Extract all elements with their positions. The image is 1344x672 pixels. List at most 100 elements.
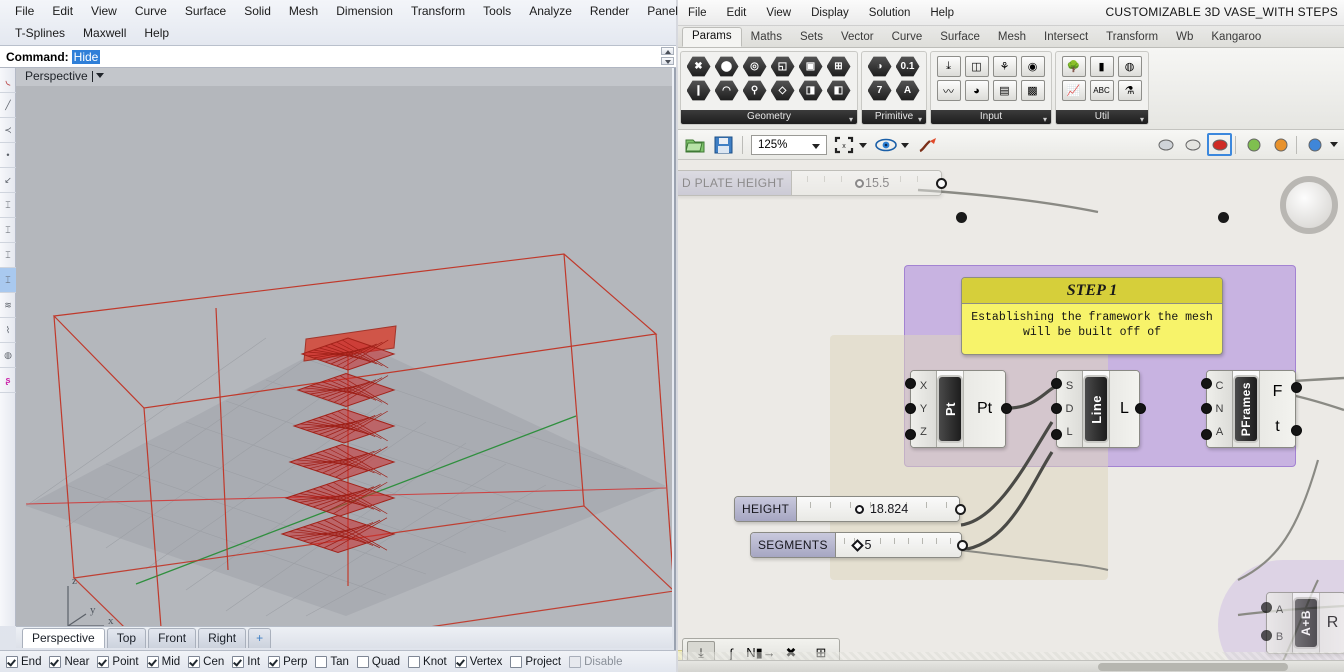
ribbon-group-expand-icon[interactable]: ▾ (849, 113, 853, 127)
gh-menu-view[interactable]: View (756, 5, 801, 21)
height-slider-track[interactable]: 18.824 (797, 497, 959, 521)
osnap-perp-checkbox[interactable] (268, 655, 281, 668)
gh-menu-file[interactable]: File (678, 5, 717, 21)
geometry-cross-icon[interactable]: ✖ (685, 55, 712, 78)
osnap-perp[interactable]: Perp (268, 655, 307, 668)
gh-tab-surface[interactable]: Surface (931, 29, 989, 47)
gh-tab-mesh[interactable]: Mesh (989, 29, 1035, 47)
height-slider-output-nub[interactable] (955, 504, 966, 515)
save-file-icon[interactable] (710, 133, 736, 157)
step-1-panel-text[interactable]: Establishing the framework the mesh will… (962, 304, 1222, 346)
command-value[interactable]: Hide (71, 49, 101, 64)
plate-height-slider-output-nub[interactable] (936, 178, 947, 189)
point-input-x[interactable]: X (920, 380, 927, 392)
rhino-menu-solid[interactable]: Solid (235, 2, 280, 20)
extrude-tool-icon[interactable]: ⌶ (0, 193, 16, 218)
step-1-panel[interactable]: STEP 1 Establishing the framework the me… (961, 277, 1223, 355)
sweep-tool-icon[interactable]: ⌶ (0, 243, 16, 268)
gh-menu-help[interactable]: Help (920, 5, 964, 21)
sketch-draw-icon[interactable] (915, 133, 941, 157)
viewport-menu-chevron-icon[interactable] (96, 73, 104, 78)
custom-preview-icon[interactable]: ⚗ (1116, 79, 1143, 102)
graph-mapper-icon[interactable]: 〰 (935, 79, 962, 102)
command-scroll-down-icon[interactable] (661, 57, 674, 65)
osnap-cen[interactable]: Cen (188, 655, 224, 668)
chevron-down-icon[interactable] (812, 143, 820, 149)
rhino-menu-tools[interactable]: Tools (474, 2, 520, 20)
line-input-d[interactable]: D (1066, 403, 1074, 415)
preview-eye-icon[interactable] (873, 133, 899, 157)
rhino-menu-mesh[interactable]: Mesh (280, 2, 327, 20)
preview-chevron-icon[interactable] (901, 143, 909, 148)
osnap-quad-checkbox[interactable] (356, 655, 369, 668)
plate-height-slider-track[interactable]: 15.5 (792, 171, 941, 195)
addition-component[interactable]: A B A+B R (1266, 592, 1344, 654)
osnap-end-checkbox[interactable] (6, 655, 18, 668)
osnap-knot[interactable]: Knot (408, 655, 447, 668)
mesh-tool-icon[interactable]: ≋ (0, 293, 16, 318)
shaded-preview-icon[interactable] (1153, 133, 1178, 156)
plate-height-slider-label[interactable]: D PLATE HEIGHT (678, 171, 792, 195)
viewport-name-label[interactable]: Perspective (25, 69, 88, 83)
pframes-input-n[interactable]: N (1216, 403, 1224, 415)
osnap-disable-checkbox[interactable] (569, 655, 582, 668)
osnap-tan[interactable]: Tan (315, 655, 349, 668)
command-bar[interactable]: Command: Hide (0, 46, 676, 68)
step-1-panel-output-nub[interactable] (1218, 212, 1229, 223)
pframes-input-a-nub[interactable] (1201, 429, 1212, 440)
osnap-quad[interactable]: Quad (356, 655, 400, 668)
loft-tool-icon[interactable]: ⌶ (0, 218, 16, 243)
zoom-level-select[interactable]: 125% (751, 134, 827, 155)
number-param-icon[interactable]: 0.1 (894, 55, 921, 78)
addition-output-r[interactable]: R (1327, 614, 1339, 632)
command-history-spinner[interactable] (661, 47, 674, 65)
command-scroll-up-icon[interactable] (661, 47, 674, 55)
point-tool-icon[interactable]: • (0, 143, 16, 168)
rhino-menu-help[interactable]: Help (135, 24, 178, 42)
height-slider[interactable]: HEIGHT 18.824 (734, 496, 960, 522)
addition-component-capsule[interactable]: A+B (1293, 597, 1319, 649)
addition-input-a-nub[interactable] (1261, 602, 1272, 613)
gh-canvas[interactable]: D PLATE HEIGHT 15.5 STEP 1 Establishing … (678, 160, 1344, 672)
osnap-tan-checkbox[interactable] (315, 655, 328, 668)
point-input-y-nub[interactable] (905, 403, 916, 414)
gh-tab-wb[interactable]: Wb (1167, 29, 1202, 47)
plane-param-icon[interactable]: ◇ (769, 79, 796, 102)
point-component-capsule[interactable]: Pt (937, 375, 963, 443)
pframes-output-f-nub[interactable] (1291, 382, 1302, 393)
osnap-end[interactable]: End (6, 655, 41, 668)
rhino-menu-maxwell[interactable]: Maxwell (74, 24, 135, 42)
sketch-preview-icon[interactable] (1241, 133, 1266, 156)
pframes-input-c[interactable]: C (1216, 380, 1224, 392)
gradient-icon[interactable]: ◉ (1019, 55, 1046, 78)
pframes-output-t-nub[interactable] (1291, 425, 1302, 436)
viewport-tab-perspective[interactable]: Perspective (22, 628, 105, 648)
perp-frames-component[interactable]: C N A PFrames F t (1206, 370, 1296, 448)
line-param-icon[interactable]: ⚲ (741, 79, 768, 102)
mesh-param-icon[interactable]: ⊞ (825, 55, 852, 78)
brep-param-icon[interactable]: ◨ (797, 79, 824, 102)
osnap-project[interactable]: Project (510, 655, 561, 668)
value-list-icon[interactable]: ▤ (991, 79, 1018, 102)
pframes-input-c-nub[interactable] (1201, 378, 1212, 389)
rhino-menu-transform[interactable]: Transform (402, 2, 474, 20)
height-slider-handle[interactable] (855, 504, 865, 514)
fillet-tool-icon[interactable]: ⌇ (0, 318, 16, 343)
osnap-near[interactable]: Near (49, 655, 89, 668)
point-xyz-component[interactable]: X Y Z Pt Pt (910, 370, 1006, 448)
rhino-menu-dimension[interactable]: Dimension (327, 2, 402, 20)
surface-param-icon[interactable]: ◱ (769, 55, 796, 78)
pframes-output-f[interactable]: F (1273, 383, 1283, 401)
plate-height-slider-handle[interactable] (854, 178, 864, 188)
line-input-s[interactable]: S (1066, 380, 1073, 392)
osnap-vertex-checkbox[interactable] (454, 655, 467, 668)
osnap-int[interactable]: Int (232, 655, 260, 668)
polyline-tool-icon[interactable]: ≺ (0, 118, 16, 143)
pframes-input-n-nub[interactable] (1201, 403, 1212, 414)
pframes-input-a[interactable]: A (1216, 426, 1223, 438)
rhino-menu-curve[interactable]: Curve (126, 2, 176, 20)
display-mode-chevron-icon[interactable] (1330, 142, 1338, 147)
osnap-near-checkbox[interactable] (49, 655, 62, 668)
osnap-mid[interactable]: Mid (146, 655, 180, 668)
scribble-icon[interactable]: ABC (1088, 79, 1115, 102)
